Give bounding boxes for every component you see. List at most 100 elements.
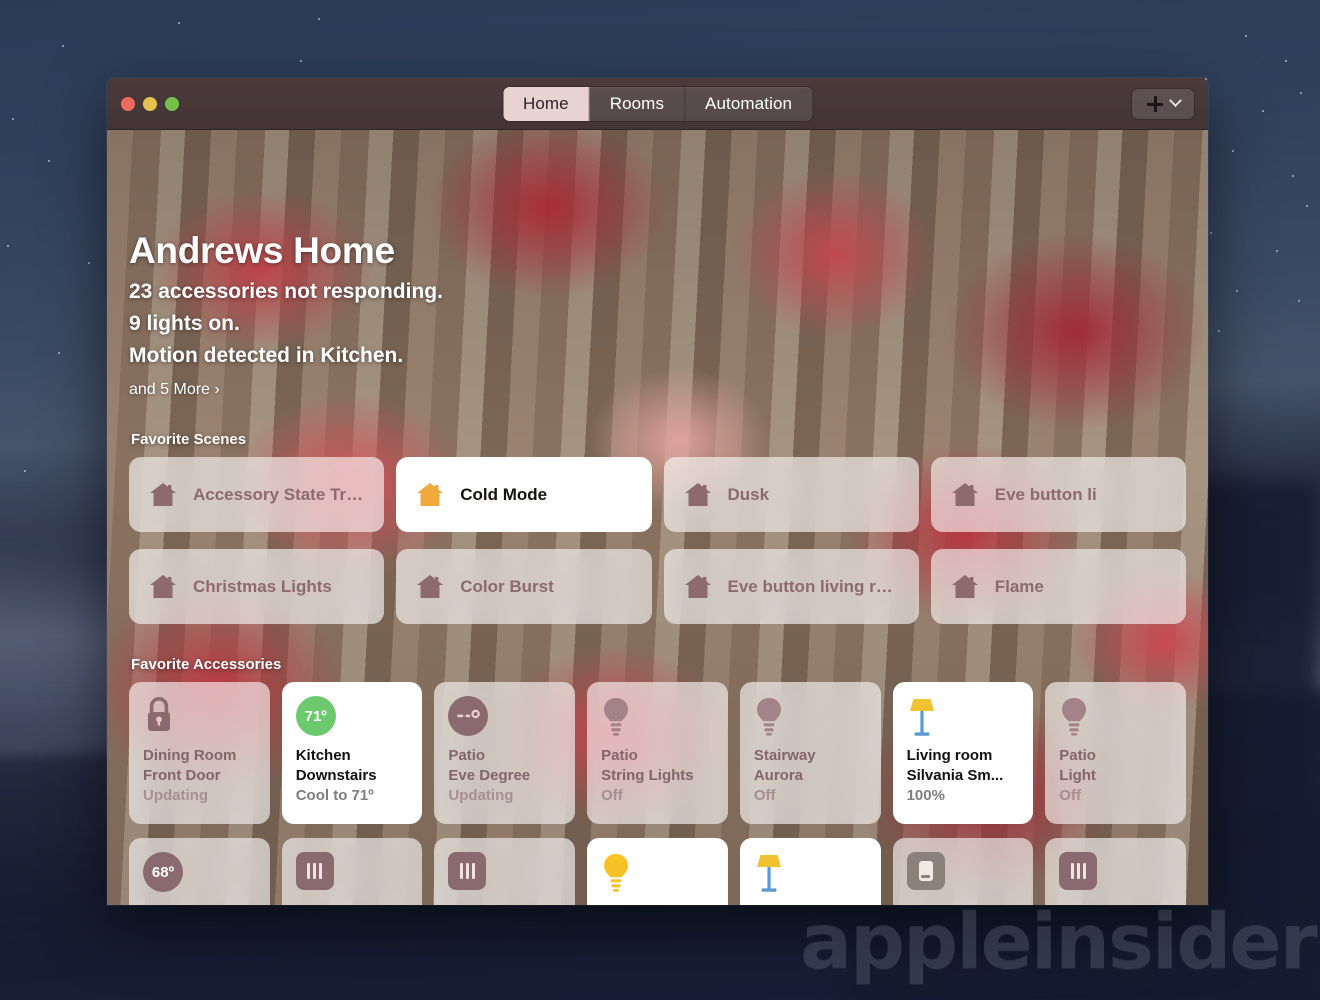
scene-card[interactable]: Color Burst	[396, 549, 652, 624]
blinds-icon	[1059, 852, 1172, 894]
favorite-scenes-grid: Accessory State Trigge... Cold Mode Dusk Ev…	[129, 457, 1186, 624]
accessory-room: Default Room	[143, 902, 256, 905]
accessory-card[interactable]: Fish Room	[587, 838, 728, 905]
bulb-icon	[754, 696, 867, 738]
star	[1236, 290, 1238, 292]
blinds-icon	[448, 852, 487, 890]
accessory-card[interactable]: Patio Light Off	[1045, 682, 1186, 824]
appleinsider-watermark: appleinsider	[800, 898, 1318, 987]
star	[1218, 330, 1220, 332]
switch-icon	[906, 852, 1020, 894]
accessory-card[interactable]: Patio String Lights Off	[587, 682, 728, 824]
scene-card[interactable]: Cold Mode	[396, 457, 652, 532]
star	[1232, 150, 1234, 152]
add-button[interactable]	[1132, 88, 1194, 119]
scene-card[interactable]: Eve button li	[930, 457, 1186, 532]
house-icon	[684, 482, 712, 507]
accessory-room: Patio	[601, 747, 638, 764]
temperature-badge: 68º	[143, 852, 183, 892]
accessory-card[interactable]: Default Room	[434, 838, 576, 905]
accessory-room: Fish Room	[601, 902, 714, 905]
accessory-card[interactable]: Stairway Aurora Off	[739, 682, 881, 824]
star	[7, 245, 9, 247]
status-line-2: 9 lights on.	[129, 312, 240, 335]
accessory-state: Updating	[448, 786, 514, 804]
star	[178, 22, 180, 24]
scene-name: Christmas Lights	[193, 576, 332, 596]
accessory-room: Kitchen	[295, 747, 351, 764]
accessory-card[interactable]: Patio Eve Degree Updating	[434, 682, 576, 824]
accessory-room: Living room	[906, 747, 993, 764]
scene-card[interactable]: Christmas Lights	[129, 549, 385, 624]
star	[24, 470, 26, 472]
accessory-name: Downstairs	[295, 766, 377, 784]
minimize-window-button[interactable]	[143, 96, 157, 111]
star	[1300, 92, 1302, 94]
star	[1276, 250, 1278, 252]
desktop: Home Rooms Automation Andrews Home 23 ac…	[0, 0, 1320, 1000]
house-icon	[684, 574, 712, 599]
accessory-room: Default Room	[448, 902, 561, 905]
accessory-card[interactable]: Guest Bedr	[892, 838, 1034, 905]
accessory-room: Dining Room	[143, 747, 237, 764]
sensor-icon	[448, 696, 561, 738]
home-content: Andrews Home 23 accessories not respondi…	[107, 130, 1208, 905]
star	[48, 160, 50, 162]
accessory-name: Eve Degree	[448, 766, 531, 784]
status-line-3: Motion detected in Kitchen.	[129, 344, 404, 367]
accessory-name: Light	[1059, 766, 1096, 784]
tab-bar: Home Rooms Automation	[502, 86, 813, 121]
accessory-card[interactable]: Dining Room Front Door Updating	[129, 682, 270, 824]
accessory-state: Cool to 71º	[295, 786, 374, 804]
accessory-name: Aurora	[753, 766, 804, 784]
accessory-card[interactable]: Dining Room	[739, 838, 881, 905]
star	[88, 262, 90, 264]
star	[1245, 35, 1247, 37]
star	[1285, 60, 1287, 62]
house-icon	[416, 574, 444, 599]
star	[300, 60, 302, 62]
tab-automation[interactable]: Automation	[685, 87, 812, 121]
star	[1298, 300, 1300, 302]
house-icon	[951, 482, 979, 507]
accessory-card[interactable]: Guest Bedr	[1045, 838, 1186, 905]
scroll-area[interactable]: Andrews Home 23 accessories not respondi…	[107, 230, 1208, 905]
star	[1210, 232, 1212, 234]
scene-card[interactable]: Accessory State Trigge...	[129, 457, 385, 532]
scene-card[interactable]: Dusk	[663, 457, 919, 532]
accessory-state: Off	[1059, 786, 1081, 804]
accessory-name: String Lights	[601, 766, 694, 784]
accessory-room: Default Room	[296, 902, 409, 905]
blinds-icon	[295, 852, 409, 894]
bulb-icon	[601, 696, 714, 738]
close-window-button[interactable]	[121, 96, 135, 111]
tab-rooms[interactable]: Rooms	[590, 86, 686, 121]
and-more-link[interactable]: and 5 More ›	[129, 381, 220, 399]
accessory-state: Off	[753, 786, 776, 804]
status-line-1: 23 accessories not responding.	[129, 280, 443, 303]
tab-home[interactable]: Home	[502, 86, 590, 121]
accessory-room: Stairway	[753, 747, 816, 764]
plus-icon	[1146, 95, 1163, 112]
zoom-window-button[interactable]	[165, 96, 179, 111]
star	[62, 45, 64, 47]
scene-name: Color Burst	[460, 576, 554, 596]
accessory-card[interactable]: 68º Default Room	[129, 838, 270, 905]
accessory-state: 100%	[906, 786, 945, 804]
scene-name: Accessory State Trigge...	[193, 484, 364, 504]
favorite-scenes-label: Favorite Scenes	[131, 431, 247, 448]
accessory-card[interactable]: 71º Kitchen Downstairs Cool to 71º	[281, 682, 423, 824]
accessory-room: Patio	[448, 747, 486, 764]
scene-card[interactable]: Eve button living room li...	[663, 549, 919, 624]
house-icon	[149, 482, 177, 507]
page-title: Andrews Home	[129, 230, 395, 271]
scene-card[interactable]: Flame	[930, 549, 1186, 624]
star	[58, 352, 60, 354]
traffic-light-group	[121, 96, 179, 111]
lock-icon	[143, 696, 256, 738]
scene-name: Eve button li	[994, 484, 1097, 504]
accessory-card[interactable]: Default Room	[281, 838, 423, 905]
accessory-room: Patio	[1059, 747, 1096, 764]
accessory-card[interactable]: Living room Silvania Sm... 100%	[892, 682, 1034, 824]
star	[1306, 205, 1308, 207]
